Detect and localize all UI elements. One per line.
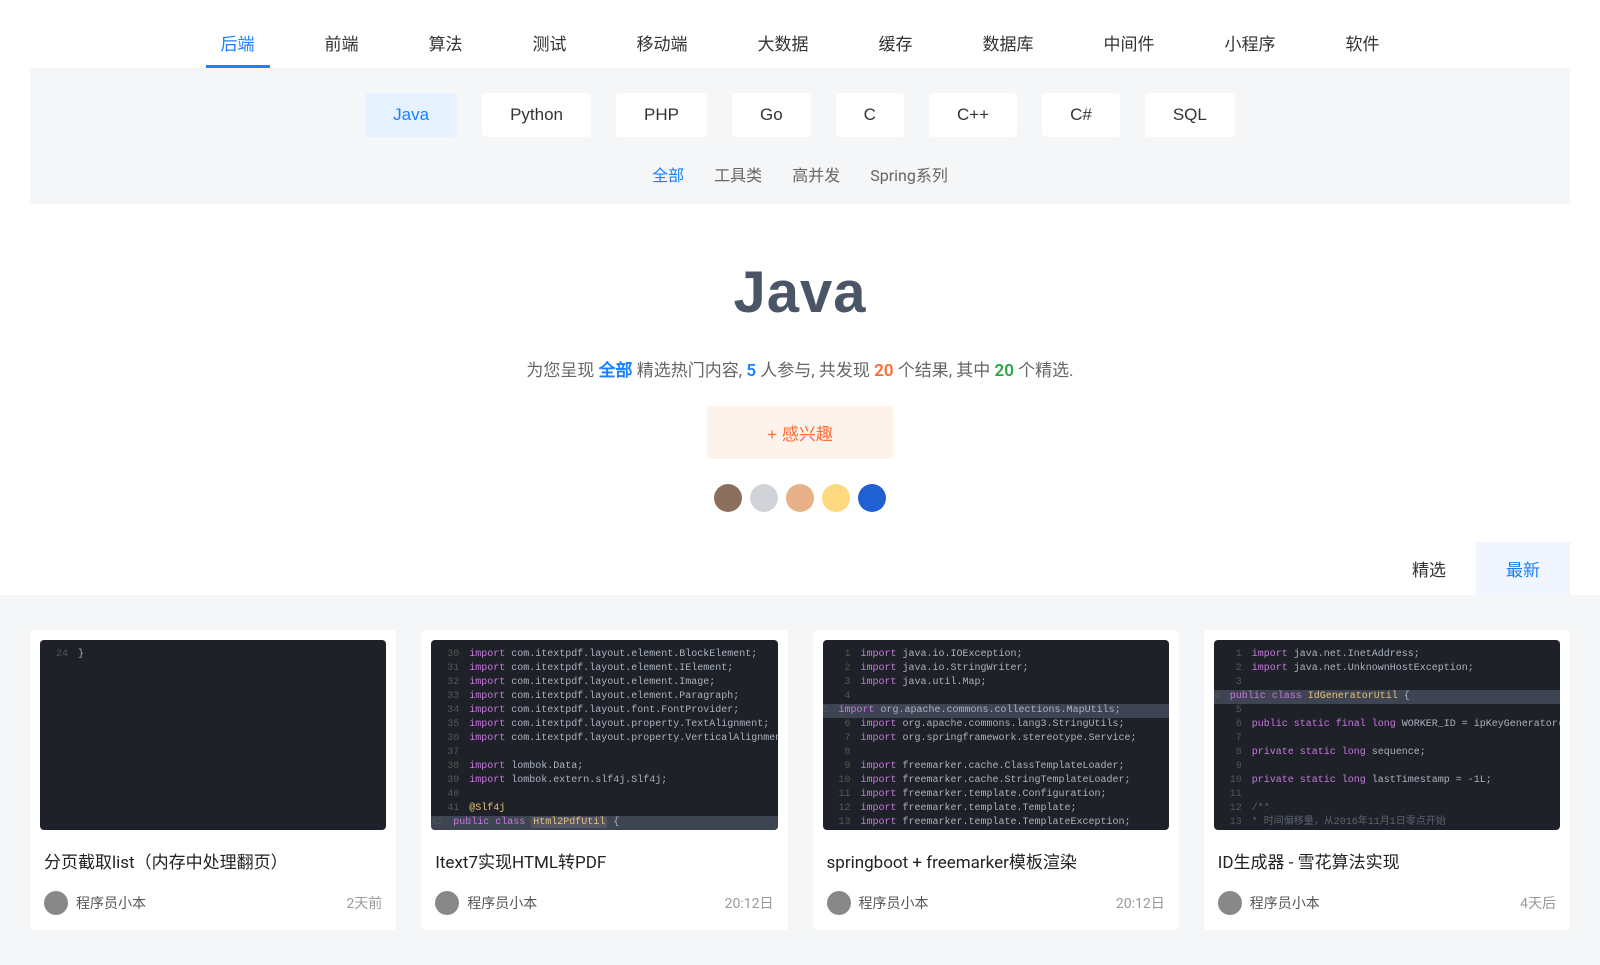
subcategory-item[interactable]: 高并发 [792, 162, 840, 186]
card-author: 程序员小本 [859, 893, 929, 913]
top-nav-item[interactable]: 缓存 [864, 20, 928, 68]
participant-avatar[interactable] [750, 484, 778, 512]
language-button[interactable]: C# [1042, 93, 1120, 137]
card-time: 2天前 [346, 893, 382, 913]
card-title: ID生成器 - 雪花算法实现 [1214, 848, 1560, 873]
card-grid-wrap: 24} 分页截取list（内存中处理翻页） 程序员小本 2天前 30import com… [0, 595, 1600, 965]
code-thumbnail: 1import java.io.IOException;2import java… [823, 640, 1169, 830]
hero-section: Java 为您呈现 全部 精选热门内容, 5 人参与, 共发现 20 个结果, … [0, 204, 1600, 542]
top-nav-item[interactable]: 前端 [310, 20, 374, 68]
sort-tab[interactable]: 最新 [1476, 542, 1570, 595]
card-title: 分页截取list（内存中处理翻页） [40, 848, 386, 873]
language-button[interactable]: Java [365, 93, 457, 137]
author-avatar [827, 891, 851, 915]
top-nav: 后端前端算法测试移动端大数据缓存数据库中间件小程序软件 [0, 0, 1600, 68]
top-nav-item[interactable]: 数据库 [968, 20, 1049, 68]
sort-tab[interactable]: 精选 [1382, 542, 1476, 595]
subcategory-item[interactable]: Spring系列 [870, 162, 948, 186]
author-avatar [44, 891, 68, 915]
top-nav-item[interactable]: 软件 [1331, 20, 1395, 68]
card-title: springboot + freemarker模板渲染 [823, 848, 1169, 873]
top-nav-item[interactable]: 后端 [206, 20, 270, 68]
top-nav-item[interactable]: 算法 [414, 20, 478, 68]
top-nav-item[interactable]: 大数据 [743, 20, 824, 68]
content-card[interactable]: 30import com.itextpdf.layout.element.Blo… [421, 630, 787, 930]
card-meta: 程序员小本 4天后 [1214, 891, 1560, 915]
participant-avatar[interactable] [858, 484, 886, 512]
top-nav-item[interactable]: 测试 [518, 20, 582, 68]
language-button[interactable]: C++ [929, 93, 1017, 137]
desc-results-count: 20 [874, 361, 893, 381]
language-bar: Java Python PHP Go C C++ C# SQL 全部 工具类 高并发 Spring系… [30, 68, 1570, 204]
card-time: 20:12日 [1116, 893, 1165, 913]
language-button[interactable]: Go [732, 93, 811, 137]
card-author: 程序员小本 [1250, 893, 1320, 913]
content-card[interactable]: 1import java.net.InetAddress;2import jav… [1204, 630, 1570, 930]
card-author: 程序员小本 [467, 893, 537, 913]
participant-avatar[interactable] [714, 484, 742, 512]
card-grid: 24} 分页截取list（内存中处理翻页） 程序员小本 2天前 30import com… [30, 630, 1570, 930]
sort-tabs: 精选最新 [30, 542, 1570, 595]
desc-people-count: 5 [746, 361, 756, 381]
desc-text: 人参与, 共发现 [756, 361, 874, 381]
top-nav-item[interactable]: 小程序 [1210, 20, 1291, 68]
top-nav-item[interactable]: 移动端 [622, 20, 703, 68]
subcategory-item[interactable]: 工具类 [714, 162, 762, 186]
card-time: 20:12日 [725, 893, 774, 913]
desc-text: 为您呈现 [526, 361, 598, 381]
code-thumbnail: 24} [40, 640, 386, 830]
hero-description: 为您呈现 全部 精选热门内容, 5 人参与, 共发现 20 个结果, 其中 20… [0, 356, 1600, 381]
desc-text: 个精选. [1014, 361, 1074, 381]
avatar-group [0, 484, 1600, 512]
content-card[interactable]: 1import java.io.IOException;2import java… [813, 630, 1179, 930]
author-avatar [435, 891, 459, 915]
hero-title: Java [0, 259, 1600, 326]
desc-featured-count: 20 [995, 361, 1014, 381]
language-button[interactable]: Python [482, 93, 591, 137]
language-button[interactable]: PHP [616, 93, 707, 137]
interest-button[interactable]: + 感兴趣 [707, 406, 893, 459]
card-time: 4天后 [1520, 893, 1556, 913]
card-meta: 程序员小本 2天前 [40, 891, 386, 915]
card-meta: 程序员小本 20:12日 [431, 891, 777, 915]
card-title: Itext7实现HTML转PDF [431, 848, 777, 873]
top-nav-item[interactable]: 中间件 [1089, 20, 1170, 68]
content-card[interactable]: 24} 分页截取list（内存中处理翻页） 程序员小本 2天前 [30, 630, 396, 930]
language-button[interactable]: SQL [1145, 93, 1235, 137]
card-author: 程序员小本 [76, 893, 146, 913]
desc-all: 全部 [599, 361, 633, 381]
participant-avatar[interactable] [822, 484, 850, 512]
subcategory-item[interactable]: 全部 [652, 162, 684, 186]
author-avatar [1218, 891, 1242, 915]
desc-text: 精选热门内容, [633, 361, 747, 381]
desc-text: 个结果, 其中 [894, 361, 995, 381]
code-thumbnail: 30import com.itextpdf.layout.element.Blo… [431, 640, 777, 830]
code-thumbnail: 1import java.net.InetAddress;2import jav… [1214, 640, 1560, 830]
participant-avatar[interactable] [786, 484, 814, 512]
language-button[interactable]: C [836, 93, 904, 137]
subcategory-row: 全部 工具类 高并发 Spring系列 [30, 162, 1570, 186]
language-row: Java Python PHP Go C C++ C# SQL [30, 93, 1570, 137]
card-meta: 程序员小本 20:12日 [823, 891, 1169, 915]
